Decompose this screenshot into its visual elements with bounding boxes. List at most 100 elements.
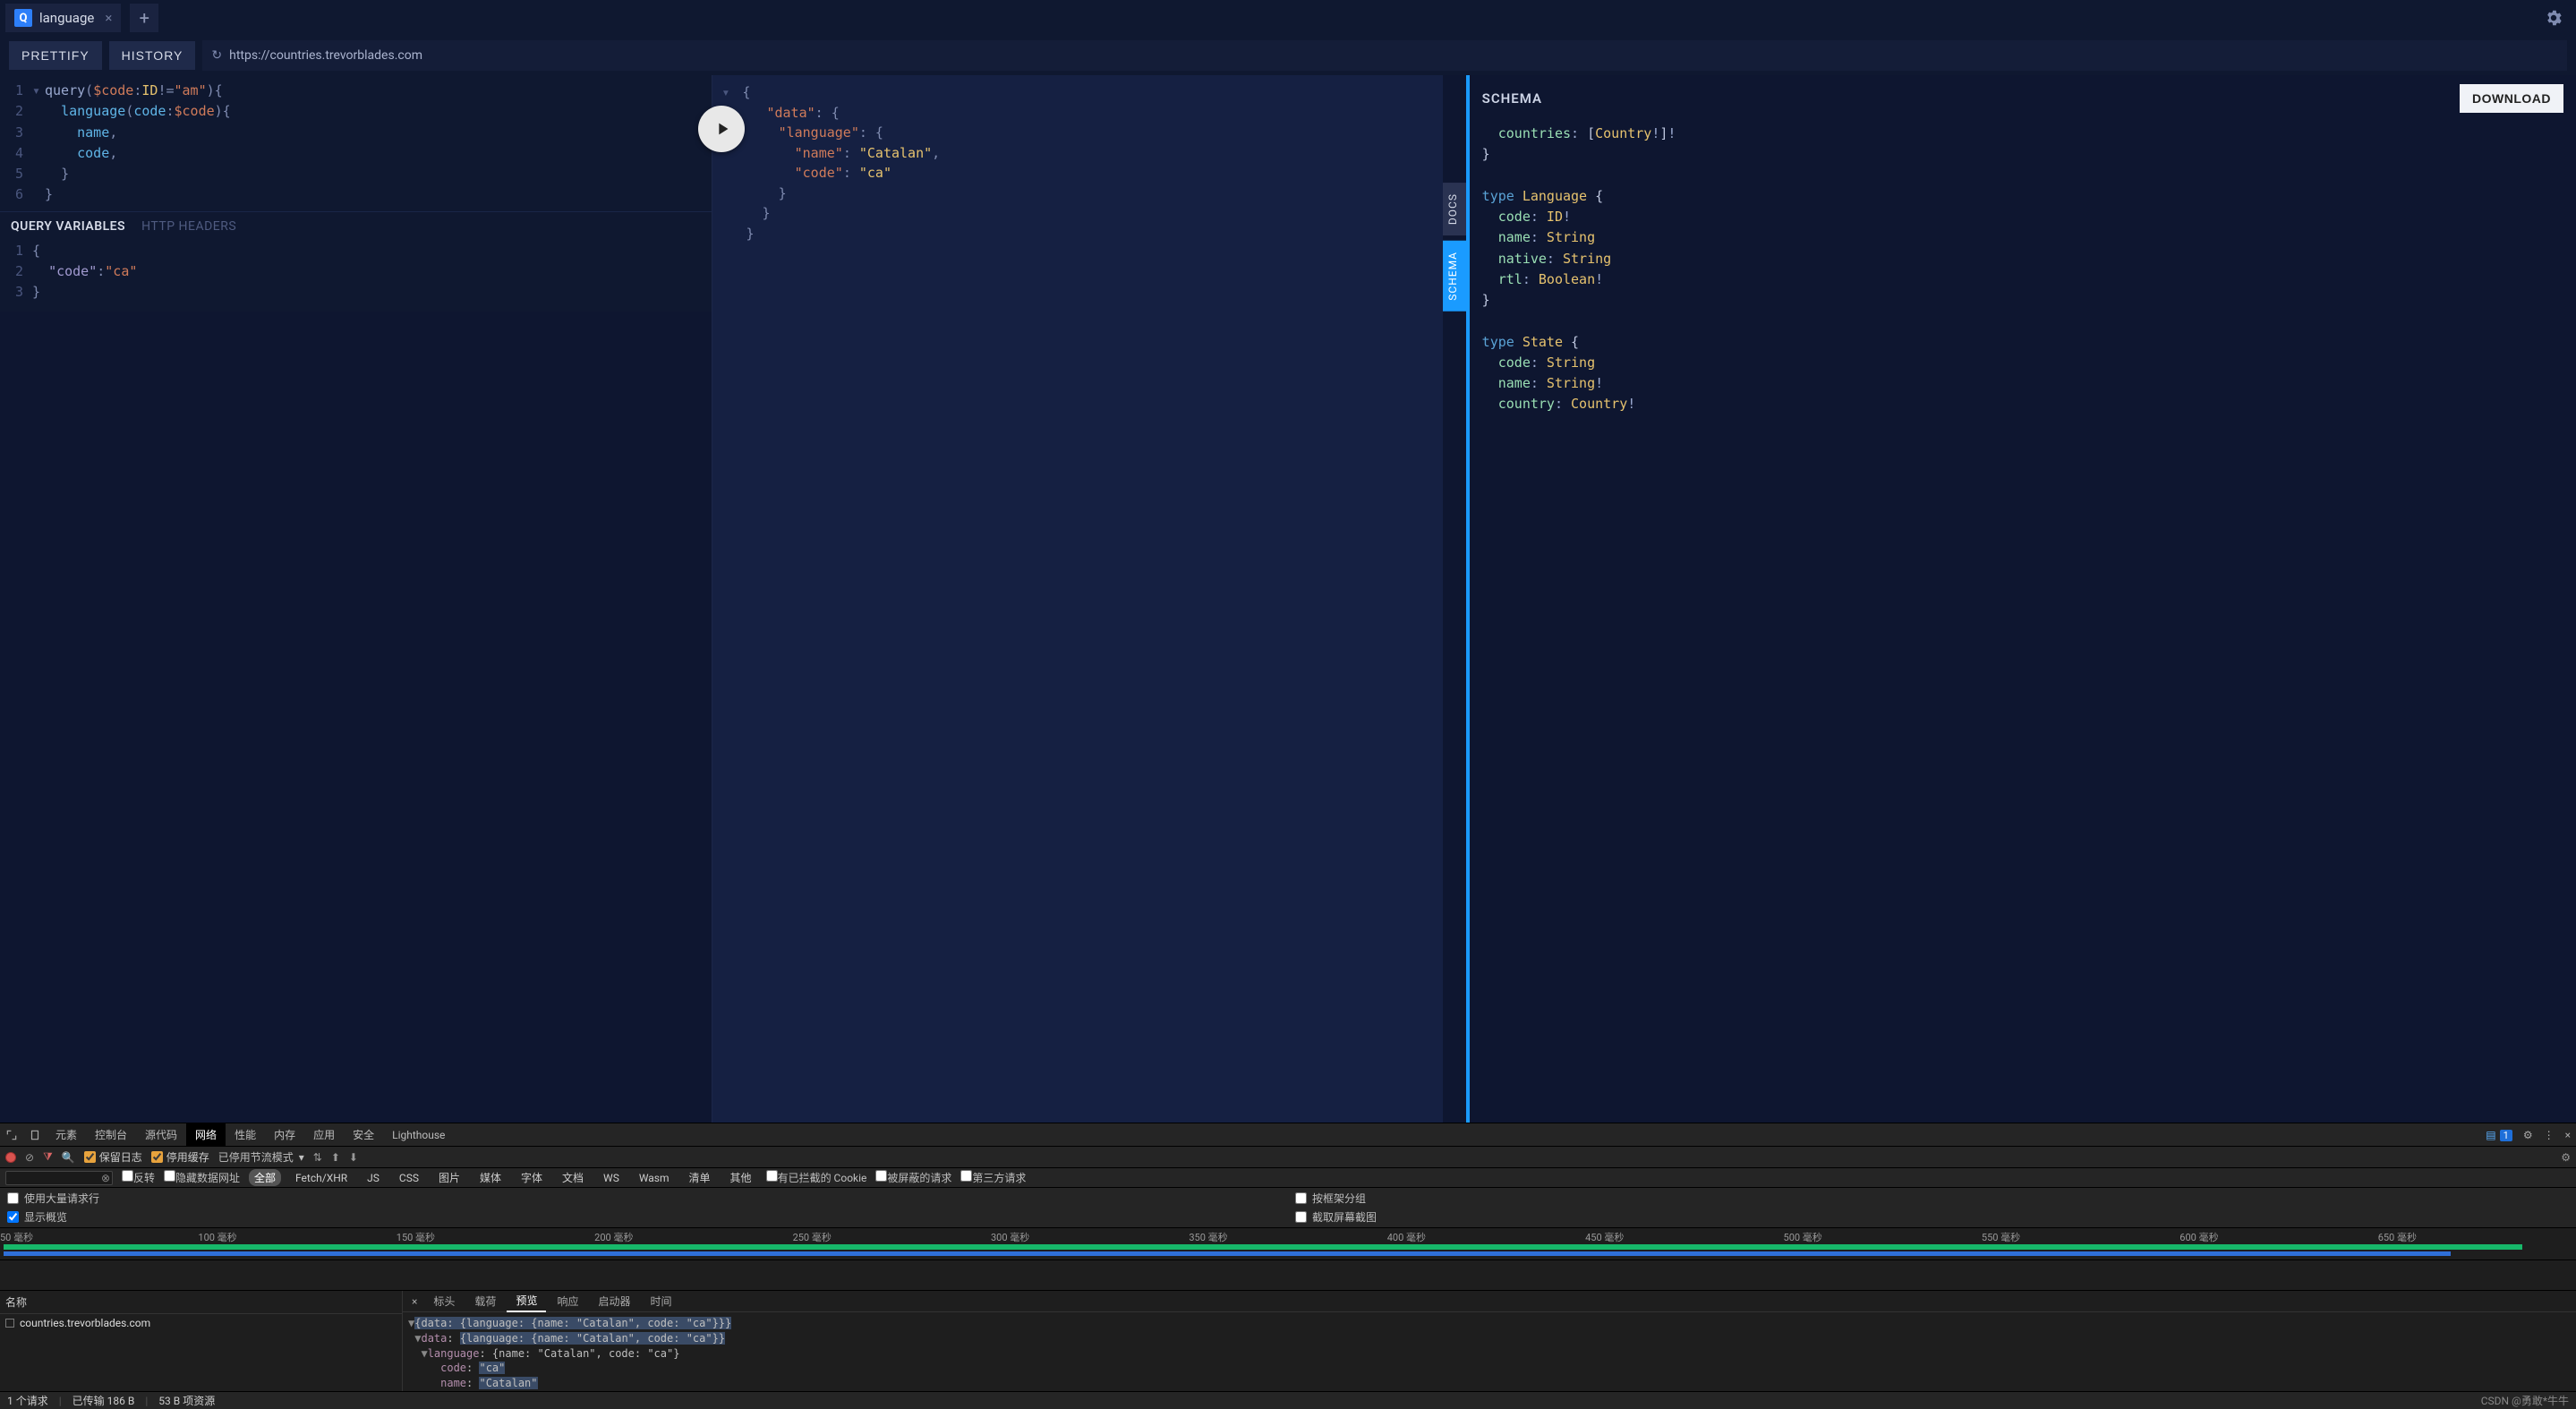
type-doc[interactable]: 文档 [557, 1169, 589, 1186]
tab-memory[interactable]: 内存 [265, 1123, 304, 1146]
detail-tab-payload[interactable]: 载荷 [465, 1291, 505, 1311]
tab-label: language [39, 10, 94, 26]
type-ws[interactable]: WS [598, 1171, 625, 1185]
timeline-spacer [0, 1260, 2576, 1291]
type-fetch[interactable]: Fetch/XHR [290, 1171, 353, 1185]
timeline-bar-blue [4, 1251, 2451, 1256]
third-party-checkbox[interactable]: 第三方请求 [960, 1170, 1026, 1185]
network-filter-bar: ⊗ 反转 隐藏数据网址 全部 Fetch/XHR JS CSS 图片 媒体 字体… [0, 1168, 2576, 1188]
clear-filter-icon[interactable]: ⊗ [101, 1172, 110, 1184]
app-tabbar: Q language × + [0, 0, 2576, 36]
large-rows-checkbox[interactable]: 使用大量请求行 [7, 1191, 1281, 1206]
graphiql-toolbar: PRETTIFY HISTORY ↻ https://countries.tre… [0, 36, 2576, 75]
schema-panel: SCHEMA DOWNLOAD countries: [Country!]! }… [1470, 75, 2576, 1123]
device-icon[interactable] [23, 1128, 47, 1141]
type-other[interactable]: 其他 [725, 1169, 757, 1186]
result-pane: ▾ { ▾ "data": { "language": { "name": "C… [712, 75, 1442, 1123]
disable-cache-checkbox[interactable]: 停用缓存 [151, 1149, 209, 1165]
type-css[interactable]: CSS [394, 1171, 424, 1185]
preserve-log-checkbox[interactable]: 保留日志 [84, 1149, 142, 1165]
variables-header: QUERY VARIABLES HTTP HEADERS [0, 211, 712, 237]
reload-icon[interactable]: ↻ [211, 48, 222, 63]
group-by-frame-checkbox[interactable]: 按框架分组 [1295, 1191, 2569, 1206]
request-detail: × 标头 载荷 预览 响应 启动器 时间 ▼{data: {language: … [403, 1291, 2576, 1391]
query-editor[interactable]: 1▾query($code:ID!="am"){ 2 language(code… [0, 75, 712, 211]
download-icon[interactable]: ⬇ [349, 1151, 358, 1164]
tab-application[interactable]: 应用 [304, 1123, 344, 1146]
request-row[interactable]: countries.trevorblades.com [0, 1314, 402, 1332]
type-manifest[interactable]: 清单 [684, 1169, 716, 1186]
clear-icon[interactable]: ⊘ [25, 1151, 34, 1164]
invert-checkbox[interactable]: 反转 [122, 1170, 155, 1185]
filter-input[interactable]: ⊗ [5, 1171, 113, 1185]
response-preview[interactable]: ▼{data: {language: {name: "Catalan", cod… [403, 1312, 2576, 1391]
execute-button[interactable] [698, 106, 745, 152]
history-button[interactable]: HISTORY [109, 41, 196, 70]
network-timeline[interactable]: 50 毫秒100 毫秒150 毫秒 200 毫秒250 毫秒300 毫秒 350… [0, 1228, 2576, 1260]
more-icon[interactable]: ⋮ [2538, 1129, 2560, 1141]
upload-icon[interactable]: ⬆ [331, 1151, 340, 1164]
close-devtools-icon[interactable]: × [2560, 1129, 2576, 1141]
search-icon[interactable]: 🔍 [62, 1151, 75, 1164]
tab-lighthouse[interactable]: Lighthouse [383, 1123, 454, 1146]
query-tab[interactable]: Q language × [5, 4, 121, 32]
show-overview-checkbox[interactable]: 显示概览 [7, 1209, 1281, 1225]
messages-icon[interactable]: ▤1 [2480, 1129, 2518, 1141]
tab-network[interactable]: 网络 [186, 1123, 226, 1146]
status-transferred: 已传输 186 B [73, 1393, 135, 1408]
tab-security[interactable]: 安全 [344, 1123, 383, 1146]
blocked-cookies-checkbox[interactable]: 有已拦截的 Cookie [766, 1170, 867, 1185]
schema-code[interactable]: countries: [Country!]! } type Language {… [1482, 124, 2563, 415]
schema-tab[interactable]: SCHEMA [1443, 241, 1466, 312]
settings-gear-icon[interactable] [2537, 8, 2571, 28]
filter-icon[interactable]: ⧩ [43, 1150, 53, 1164]
prettify-button[interactable]: PRETTIFY [9, 41, 102, 70]
docs-tab[interactable]: DOCS [1443, 183, 1466, 235]
query-variables-tab[interactable]: QUERY VARIABLES [11, 219, 125, 234]
inspect-icon[interactable] [0, 1128, 23, 1141]
name-column-header[interactable]: 名称 [0, 1291, 402, 1314]
detail-tab-response[interactable]: 响应 [548, 1291, 587, 1311]
detail-tab-timing[interactable]: 时间 [641, 1291, 680, 1311]
tab-elements[interactable]: 元素 [47, 1123, 86, 1146]
wifi-icon[interactable]: ⇅ [313, 1151, 322, 1164]
tab-performance[interactable]: 性能 [226, 1123, 265, 1146]
type-media[interactable]: 媒体 [474, 1169, 507, 1186]
side-tabs: DOCS SCHEMA [1443, 75, 1466, 1123]
devtools-status-bar: 1 个请求 | 已传输 186 B | 53 B 项资源 CSDN @勇敢*牛牛 [0, 1391, 2576, 1409]
variables-editor[interactable]: 1{ 2 "code":"ca" 3} [0, 237, 712, 312]
throttle-select[interactable]: 已停用节流模式 ▾ [218, 1149, 304, 1165]
close-tab-icon[interactable]: × [105, 10, 112, 26]
tab-sources[interactable]: 源代码 [136, 1123, 186, 1146]
download-button[interactable]: DOWNLOAD [2460, 84, 2563, 113]
type-all[interactable]: 全部 [249, 1169, 281, 1186]
request-list: 名称 countries.trevorblades.com [0, 1291, 403, 1391]
type-wasm[interactable]: Wasm [634, 1171, 675, 1185]
type-js[interactable]: JS [362, 1171, 385, 1185]
record-button[interactable] [5, 1152, 16, 1163]
status-requests: 1 个请求 [7, 1393, 48, 1408]
type-font[interactable]: 字体 [516, 1169, 548, 1186]
detail-tab-preview[interactable]: 预览 [507, 1290, 546, 1312]
timeline-bar-green [4, 1244, 2522, 1250]
http-headers-tab[interactable]: HTTP HEADERS [141, 219, 236, 234]
devtools-tabs: 元素 控制台 源代码 网络 性能 内存 应用 安全 Lighthouse ▤1 … [0, 1123, 2576, 1147]
hide-data-urls-checkbox[interactable]: 隐藏数据网址 [164, 1170, 240, 1185]
schema-title: SCHEMA [1482, 90, 1542, 107]
status-resources: 53 B 项资源 [158, 1393, 215, 1408]
query-badge: Q [14, 9, 32, 27]
graphiql-main: 1▾query($code:ID!="am"){ 2 language(code… [0, 75, 2576, 1123]
close-detail-icon[interactable]: × [406, 1295, 422, 1308]
network-settings-icon[interactable]: ⚙ [2561, 1151, 2571, 1164]
type-img[interactable]: 图片 [433, 1169, 465, 1186]
tab-console[interactable]: 控制台 [86, 1123, 136, 1146]
request-type-icon [5, 1319, 14, 1328]
screenshot-checkbox[interactable]: 截取屏幕截图 [1295, 1209, 2569, 1225]
devtools-settings-icon[interactable]: ⚙ [2518, 1129, 2538, 1141]
endpoint-url-input[interactable]: ↻ https://countries.trevorblades.com [202, 40, 2567, 71]
detail-tab-headers[interactable]: 标头 [424, 1291, 464, 1311]
blocked-requests-checkbox[interactable]: 被屏蔽的请求 [875, 1170, 951, 1185]
new-tab-button[interactable]: + [130, 4, 158, 32]
detail-tab-initiator[interactable]: 启动器 [589, 1291, 639, 1311]
endpoint-url-text: https://countries.trevorblades.com [229, 48, 422, 63]
